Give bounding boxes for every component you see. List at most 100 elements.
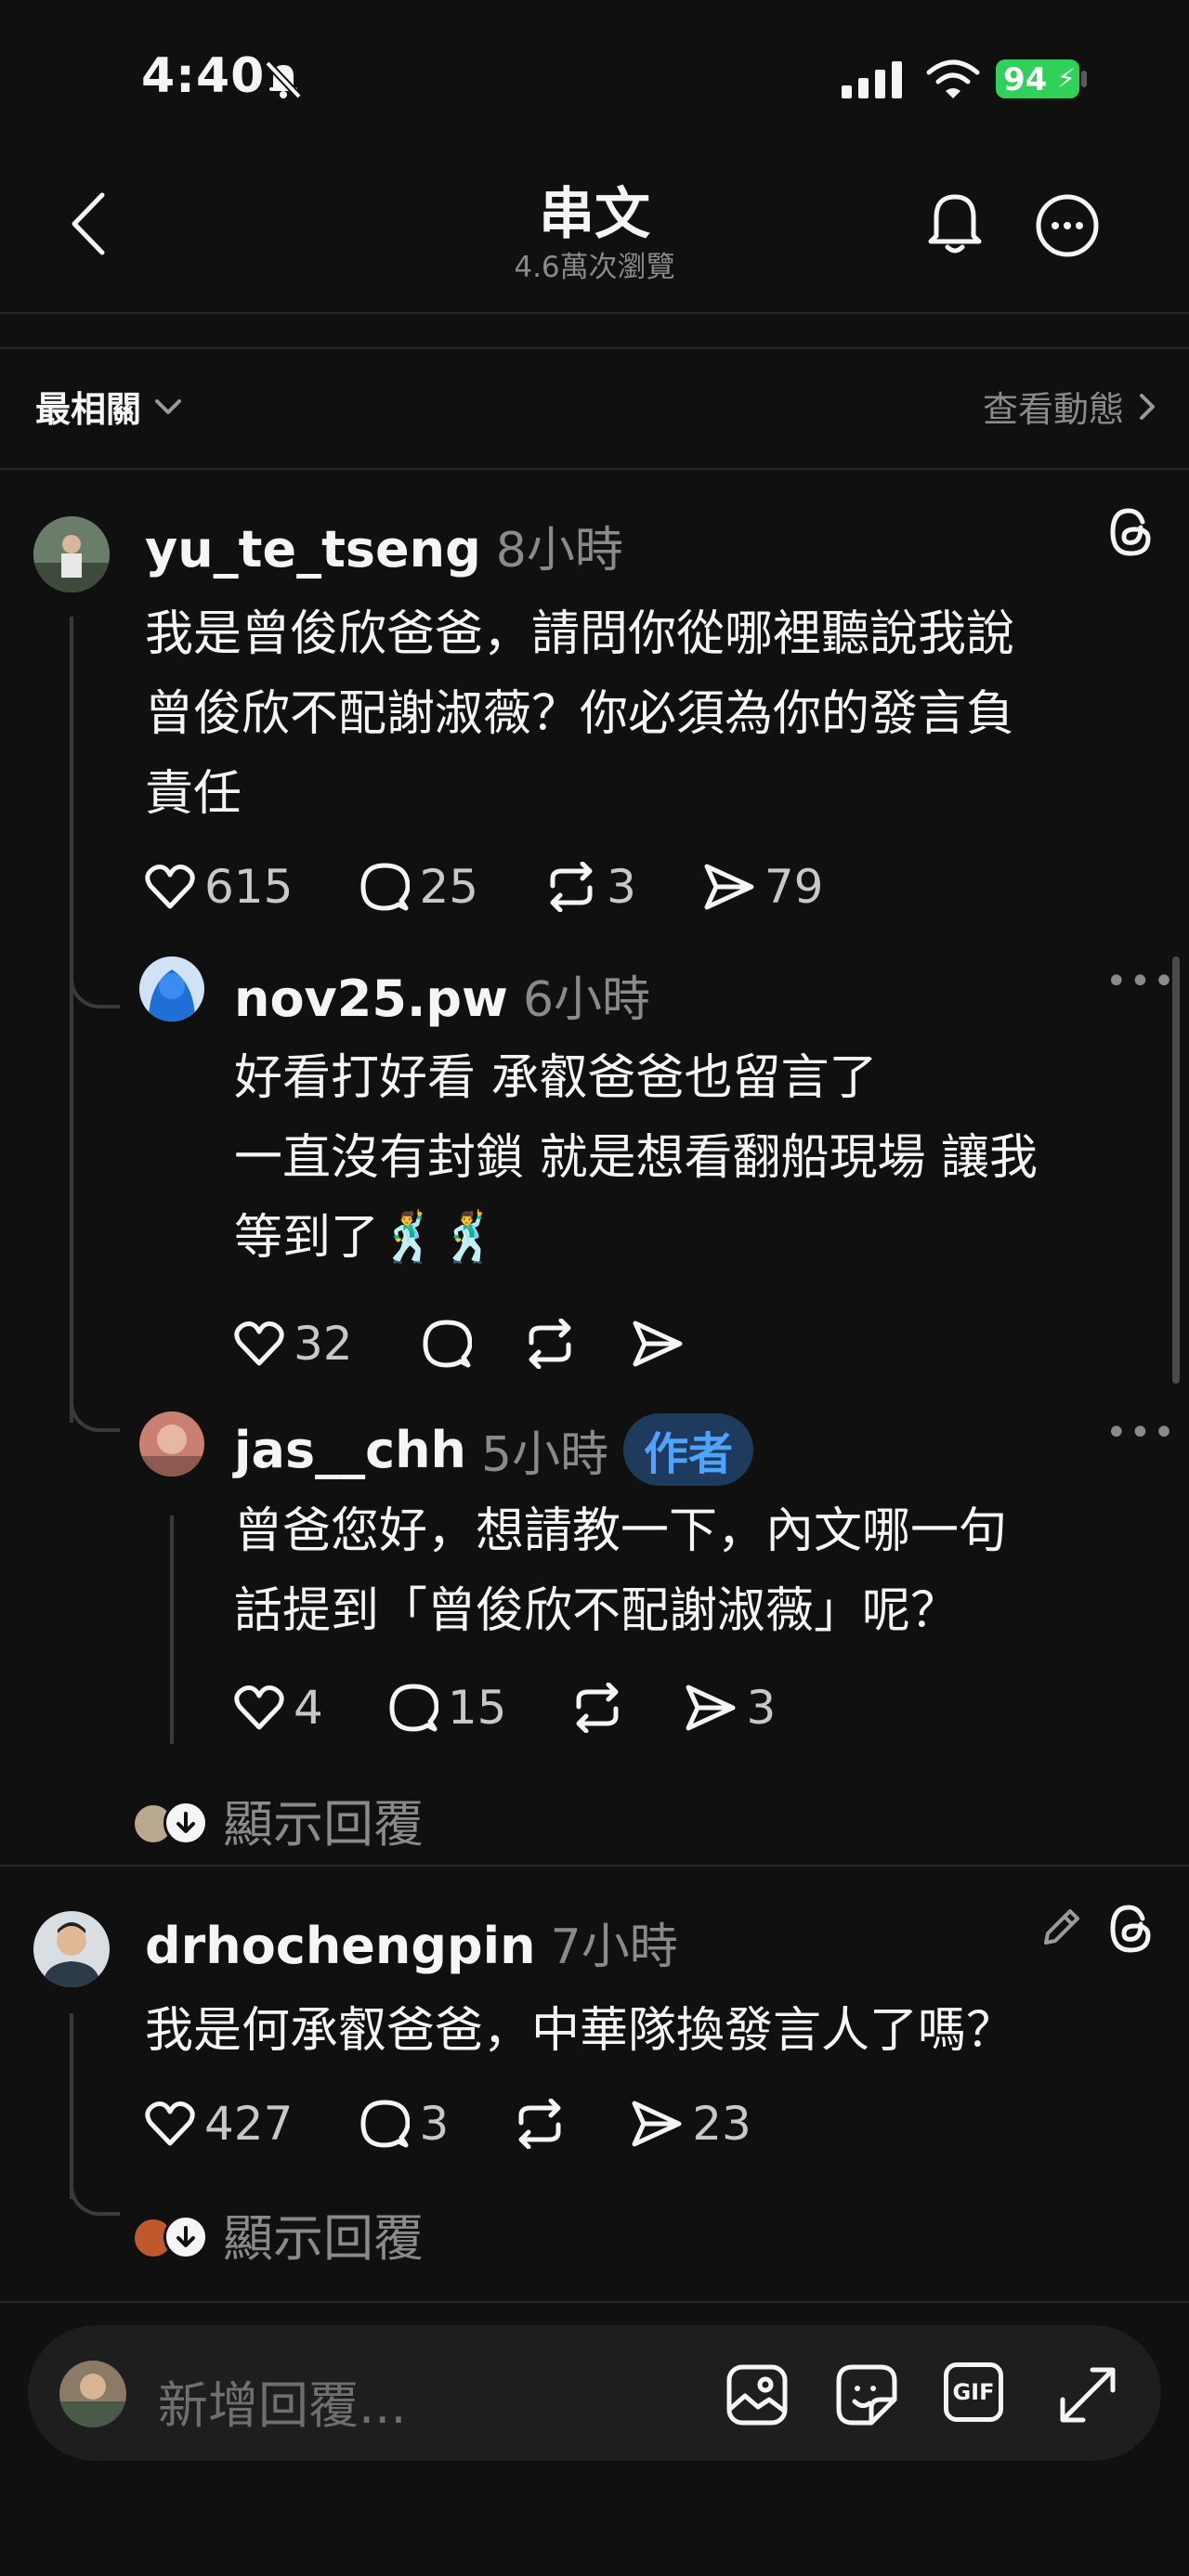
action-row: 32 — [234, 1317, 684, 1371]
sort-dropdown[interactable]: 最相關 — [35, 381, 182, 432]
username[interactable]: jas__chh — [234, 1421, 466, 1479]
repost-button[interactable] — [571, 1683, 623, 1733]
repost-icon — [550, 862, 593, 912]
show-replies-button[interactable]: 顯示回覆 — [130, 1783, 424, 1856]
comment-line: 話提到「曾俊欣不配謝淑薇」呢？ — [234, 1583, 960, 1639]
like-count: 427 — [204, 2097, 294, 2151]
share-button[interactable]: 3 — [685, 1681, 776, 1735]
speech-bubble-icon — [423, 1320, 472, 1368]
heart-icon — [145, 865, 195, 909]
mute-bell-icon — [262, 58, 305, 100]
view-count: 4.6萬次瀏覽 — [514, 251, 675, 284]
sticker-icon[interactable] — [834, 2362, 899, 2427]
comment-divider — [0, 1865, 1189, 1867]
bell-icon[interactable] — [925, 189, 985, 256]
activity-label: 查看動態 — [982, 389, 1124, 430]
comment-line: 我是何承叡爸爸，中華隊換發言人了嗎？ — [145, 2003, 1015, 2059]
reply-button[interactable]: 3 — [359, 2097, 449, 2151]
heart-icon — [145, 2101, 195, 2146]
avatar-drhochengpin[interactable] — [33, 1911, 110, 1987]
action-row: 615 25 3 79 — [145, 860, 824, 914]
repost-button[interactable] — [524, 1319, 576, 1369]
share-count: 23 — [692, 2097, 751, 2151]
avatar-nov25-pw[interactable] — [139, 956, 204, 1021]
share-button[interactable]: 23 — [631, 2097, 751, 2151]
wifi-icon — [925, 58, 981, 100]
reply-avatars — [130, 2211, 208, 2259]
threads-logo-icon[interactable] — [1105, 505, 1156, 559]
edit-pencil-icon — [1039, 1906, 1083, 1950]
comment-line: 曾爸您好，想請教一下，內文哪一句 — [234, 1503, 1008, 1559]
reply-button[interactable]: 25 — [359, 860, 478, 914]
repost-icon — [518, 2099, 561, 2149]
action-row: 4 15 3 — [234, 1681, 776, 1735]
gif-button[interactable]: GIF — [944, 2362, 1003, 2422]
more-options-button[interactable]: ••• — [1105, 960, 1177, 1003]
comment-header: nov25.pw 6小時 — [234, 960, 650, 1030]
speech-bubble-icon — [389, 1684, 438, 1732]
comment-body: 我是曾俊欣爸爸，請問你從哪裡聽說我說 曾俊欣不配謝淑薇？你必須為你的發言負 責任 — [145, 594, 1157, 834]
expand-icon[interactable] — [1055, 2362, 1120, 2427]
timestamp: 5小時 — [481, 1426, 609, 1483]
reply-count: 3 — [419, 2097, 450, 2151]
share-count: 3 — [746, 1681, 777, 1735]
comment-body: 我是何承叡爸爸，中華隊換發言人了嗎？ — [145, 1991, 1167, 2071]
like-count: 32 — [294, 1317, 353, 1371]
thread-branch — [70, 1380, 120, 1432]
send-icon — [704, 864, 754, 910]
reply-count: 15 — [447, 1681, 507, 1735]
username[interactable]: drhochengpin — [145, 1917, 536, 1975]
like-button[interactable]: 427 — [145, 2097, 293, 2151]
comment-line: 我是曾俊欣爸爸，請問你從哪裡聽說我說 — [145, 606, 1015, 662]
timestamp: 7小時 — [550, 1919, 678, 1975]
send-icon — [633, 1321, 683, 1367]
share-button[interactable]: 79 — [703, 860, 824, 914]
reply-avatars — [130, 1797, 208, 1845]
thread-line — [70, 617, 73, 1423]
send-icon — [632, 2101, 682, 2147]
username[interactable]: nov25.pw — [234, 969, 508, 1028]
heart-icon — [234, 1685, 284, 1730]
reply-bar-divider — [0, 2301, 1189, 2303]
thread-branch — [70, 956, 120, 1008]
sort-top-divider — [0, 347, 1189, 349]
repost-icon — [576, 1683, 619, 1733]
header-divider — [0, 312, 1189, 314]
comment-header: jas__chh 5小時 作者 — [234, 1413, 754, 1486]
image-icon[interactable] — [725, 2362, 790, 2427]
reply-button[interactable]: 15 — [388, 1681, 507, 1735]
comment-line: 曾俊欣不配謝淑薇？你必須為你的發言負 — [145, 686, 1015, 742]
like-count: 615 — [204, 860, 294, 914]
share-count: 79 — [764, 860, 824, 914]
my-avatar — [59, 2361, 126, 2427]
avatar-yu-te-tseng[interactable] — [33, 516, 110, 592]
more-options-button[interactable] — [1035, 193, 1100, 258]
reply-button[interactable] — [422, 1319, 472, 1369]
comment-body: 曾爸您好，想請教一下，內文哪一句 話提到「曾俊欣不配謝淑薇」呢？ — [234, 1491, 1163, 1651]
repost-button[interactable] — [514, 2099, 566, 2149]
username[interactable]: yu_te_tseng — [145, 520, 481, 579]
battery-level: 94 — [1003, 61, 1048, 98]
more-options-button[interactable]: ••• — [1105, 1412, 1177, 1454]
battery-cap — [1081, 71, 1087, 87]
like-button[interactable]: 32 — [234, 1317, 353, 1371]
sort-bottom-divider — [0, 468, 1189, 470]
reply-input[interactable]: 新增回覆... — [158, 2364, 407, 2438]
threads-logo-icon[interactable] — [1105, 1902, 1156, 1956]
view-activity-link[interactable]: 查看動態 — [983, 381, 1156, 432]
comment-line: 好看打好看 承叡爸爸也留言了 — [234, 1050, 878, 1106]
page-title: 串文 — [539, 182, 650, 247]
repost-button[interactable]: 3 — [545, 860, 636, 914]
avatar-jas-chh[interactable] — [139, 1412, 204, 1477]
scrollbar[interactable] — [1172, 956, 1180, 1384]
share-button[interactable] — [632, 1320, 684, 1368]
comment-header: drhochengpin 7小時 — [145, 1907, 678, 1977]
author-badge: 作者 — [623, 1413, 754, 1486]
show-replies-button[interactable]: 顯示回覆 — [130, 2197, 424, 2270]
repost-count: 3 — [607, 860, 636, 914]
heart-icon — [234, 1321, 284, 1366]
show-replies-label: 顯示回覆 — [223, 1795, 424, 1854]
repost-icon — [529, 1319, 571, 1369]
like-button[interactable]: 615 — [145, 860, 293, 914]
like-button[interactable]: 4 — [234, 1681, 323, 1735]
